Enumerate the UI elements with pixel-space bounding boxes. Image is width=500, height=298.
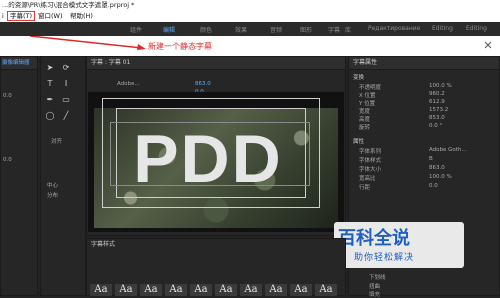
style-tile[interactable]: Aa [215, 284, 237, 296]
style-tile[interactable]: Aa [265, 284, 287, 296]
menu-item-prev[interactable]: i [0, 11, 6, 22]
tab-editing-3[interactable]: Editing [466, 25, 487, 32]
menu-item-window[interactable]: 窗口(W) [36, 11, 65, 22]
watermark-logo: 百科全说 助你轻松解决 [334, 222, 464, 268]
style-tile[interactable]: Aa [90, 284, 112, 296]
prop-label: 字体大小 [359, 167, 382, 173]
watermark-bottom: 助你轻松解决 [354, 253, 415, 263]
workspace-tabs: 组件 编辑 颜色 效果 音频 图形 字幕 库 Редактирование Ed… [0, 22, 500, 37]
vertical-type-icon[interactable]: Ⅰ [61, 79, 71, 89]
prop-value[interactable]: 0.0 [429, 183, 438, 189]
prop-label: 不透明度 [359, 85, 382, 91]
callout-arrow-icon [29, 36, 146, 50]
menu-item-help[interactable]: 帮助(H) [68, 11, 95, 22]
distribute-label: 分布 [47, 193, 59, 199]
prop-value[interactable]: 1573.2 [429, 107, 448, 113]
prop-label: 行距 [359, 185, 371, 191]
prop-label: 旋转 [359, 125, 371, 131]
prop-value[interactable]: B [429, 156, 433, 162]
style-tile[interactable]: Aa [140, 284, 162, 296]
font-size-field[interactable]: 863.0 [195, 81, 211, 87]
prop-value[interactable]: 863.0 [429, 165, 445, 171]
text-bounding-box[interactable] [110, 122, 310, 186]
left-panel: 摄像编辑器 0.0 0.0 [0, 56, 38, 296]
tab-editing[interactable]: 编辑 [163, 25, 175, 34]
distort-option[interactable]: 扭曲 [369, 282, 380, 290]
transform-section[interactable]: 变换 [353, 73, 364, 81]
tab-audio[interactable]: 音频 [270, 25, 282, 34]
tab-editing-2[interactable]: Editing [432, 25, 453, 32]
properties-section[interactable]: 属性 [353, 137, 364, 145]
style-tile[interactable]: Aa [115, 284, 137, 296]
tab-color[interactable]: 颜色 [200, 25, 212, 34]
line-tool-icon[interactable]: ╱ [61, 111, 71, 121]
prop-label: Y 位置 [359, 101, 376, 107]
menu-bar: i 字幕(T) 窗口(W) 帮助(H) [0, 11, 500, 22]
center-label: 中心 [47, 183, 59, 189]
window-title-bar: ...的资源\PR\练习\混合模式文字遮罩.prproj * [0, 0, 500, 11]
fill-option[interactable]: 填充 [369, 290, 380, 298]
close-icon[interactable] [484, 41, 492, 49]
prop-value[interactable]: 100.0 % [429, 174, 452, 180]
rotate-tool-icon[interactable]: ⟳ [61, 63, 71, 73]
prop-label: X 位置 [359, 93, 376, 99]
prop-label: 字体样式 [359, 158, 382, 164]
title-canvas[interactable]: PDD [88, 92, 344, 232]
ellipse-tool-icon[interactable]: ◯ [45, 111, 55, 121]
prop-value[interactable]: Adobe Goth... [429, 147, 467, 153]
style-tile[interactable]: Aa [190, 284, 212, 296]
tab-library[interactable]: 库 [345, 25, 351, 34]
rect-tool-icon[interactable]: ▭ [61, 95, 71, 105]
style-tile[interactable]: Aa [290, 284, 312, 296]
title-designer-title: 字幕 : 字幕 01 [91, 59, 131, 66]
style-tile[interactable]: Aa [165, 284, 187, 296]
prop-value[interactable]: 853.0 [429, 115, 445, 121]
prop-value[interactable]: 612.9 [429, 99, 445, 105]
tab-graphics[interactable]: 图形 [300, 25, 312, 34]
annotation-bar: 新建一个静态字幕 [0, 36, 500, 56]
callout-text: 新建一个静态字幕 [148, 42, 212, 51]
tab-assembly[interactable]: 组件 [130, 25, 142, 34]
font-family-field[interactable]: Adobe... [117, 81, 140, 87]
prop-value[interactable]: 100.0 % [429, 83, 452, 89]
style-tile[interactable]: Aa [240, 284, 262, 296]
tab-edit-ru[interactable]: Редактирование [368, 25, 420, 32]
properties-title: 字幕属性 [349, 57, 499, 70]
title-designer-header: 字幕 : 字幕 01 [87, 57, 345, 70]
align-label: 对齐 [51, 139, 63, 145]
tab-captions[interactable]: 字幕 [328, 25, 340, 34]
watermark-top: 百科全说 [338, 228, 410, 248]
tab-effects[interactable]: 效果 [235, 25, 247, 34]
menu-item-subtitle[interactable]: 字幕(T) [7, 11, 36, 21]
prop-label: 宽度 [359, 109, 371, 115]
window-title: ...的资源\PR\练习\混合模式文字遮罩.prproj * [2, 1, 135, 9]
underline-option[interactable]: 下划线 [369, 273, 386, 281]
left-value-2[interactable]: 0.0 [3, 157, 12, 163]
style-tile[interactable]: Aa [315, 284, 337, 296]
left-panel-title[interactable]: 摄像编辑器 [1, 57, 37, 70]
prop-value[interactable]: 0.0 ° [429, 123, 442, 129]
prop-label: 高度 [359, 117, 371, 123]
tools-panel: ➤ ⟳ T Ⅰ ✒ ▭ ◯ ╱ 对齐 中心 分布 [40, 56, 86, 296]
prop-label: 宽高比 [359, 176, 376, 182]
prop-label: 字体系列 [359, 149, 382, 155]
pen-tool-icon[interactable]: ✒ [45, 95, 55, 105]
selection-tool-icon[interactable]: ➤ [45, 63, 55, 73]
left-value-1[interactable]: 0.0 [3, 93, 12, 99]
prop-value[interactable]: 960.2 [429, 91, 445, 97]
styles-title: 字幕样式 [87, 239, 345, 251]
type-tool-icon[interactable]: T [45, 79, 55, 89]
